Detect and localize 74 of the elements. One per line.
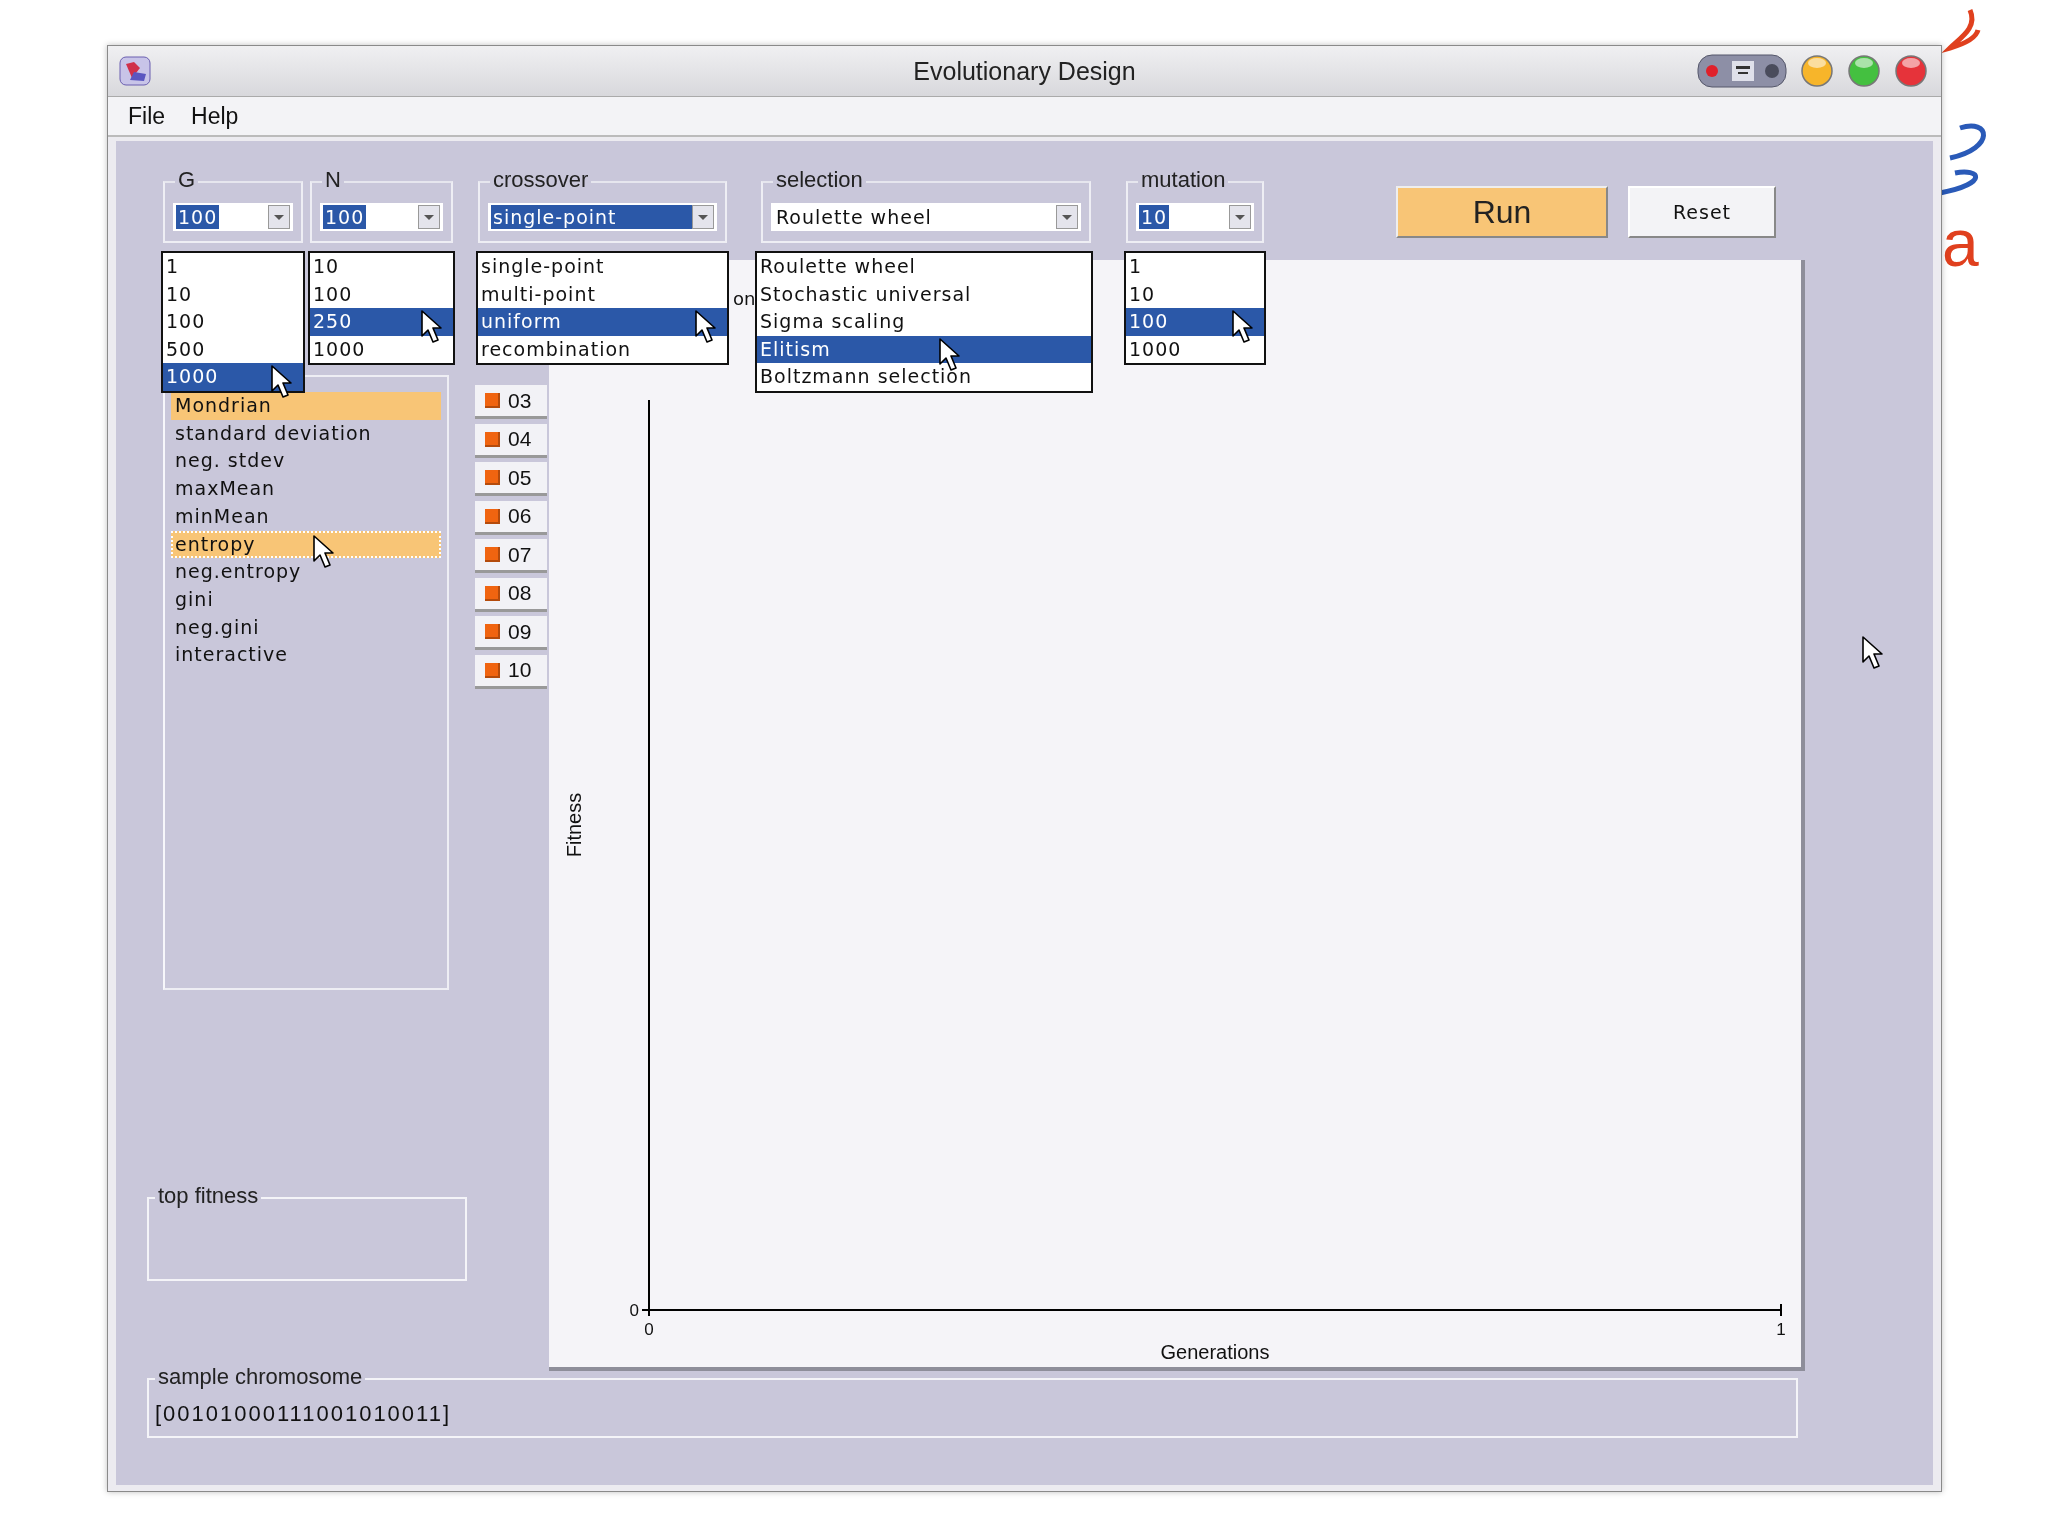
checkbox[interactable] [485,547,500,562]
checkbox[interactable] [485,431,500,447]
cursor-icon [421,310,443,344]
x-axis-label: Generations [1160,1341,1270,1363]
dropdown-option[interactable]: 1000 [310,335,453,363]
dropdown-option[interactable]: 100 [163,308,303,336]
cursor-icon [313,534,335,569]
zoom-button[interactable] [1846,53,1882,89]
dropdown-option[interactable]: Stochastic universal [757,280,1091,308]
cursor-icon [695,310,717,344]
checkbox[interactable] [485,624,500,639]
dropdown-option[interactable]: single-point [478,253,727,281]
tick-label: 0 [644,1320,654,1339]
series-toggle[interactable]: 08 [475,577,547,612]
series-toggle[interactable]: 06 [475,500,547,535]
close-button[interactable] [1893,53,1929,89]
dropdown-option[interactable]: 10 [163,280,303,308]
cursor-icon [1862,636,1884,670]
combo-value: 10 [1139,205,1170,229]
combo-value: 100 [176,205,220,229]
series-toggle[interactable]: 07 [475,539,547,573]
dropdown-option[interactable]: 10 [310,253,453,281]
dropdown-option[interactable]: Sigma scaling [757,308,1091,336]
window-title: Evolutionary Design [913,56,1136,86]
dropdown-option[interactable]: 100 [310,280,453,308]
series-toggle[interactable]: 04 [475,423,547,458]
list-item[interactable]: Mondrian [171,392,441,420]
combo-value: single-point [491,205,692,229]
combo-box[interactable]: single-point [488,203,717,231]
reset-button[interactable]: Reset [1628,186,1776,238]
cursor-icon [1232,310,1254,344]
checkbox[interactable] [485,585,500,601]
list-item[interactable]: neg. stdev [171,447,441,476]
chromosome-value: [00101000111001010011] [155,1401,452,1427]
dropdown-option[interactable]: 500 [163,335,303,363]
combo-value: 100 [323,205,367,229]
series-toggle[interactable]: 05 [475,462,547,496]
list-item[interactable]: neg.entropy [171,558,441,586]
combo-box[interactable]: Roulette wheel [771,203,1081,231]
logo-text: a [1942,208,1979,278]
dropdown-option[interactable]: multi-point [478,280,727,308]
tick-label: 0 [629,1301,639,1320]
dropdown-option[interactable]: 1 [163,253,303,281]
dropdown-option[interactable]: 1000 [1126,335,1264,363]
checkbox[interactable] [485,470,500,485]
list-item[interactable]: neg.gini [171,613,441,642]
minimize-button[interactable] [1799,53,1835,89]
checkbox[interactable] [485,508,500,524]
dropdown-option[interactable]: 10 [1126,280,1264,308]
combo-box[interactable]: 100 [173,203,293,231]
dropdown-option[interactable]: Boltzmann selection [757,363,1091,391]
combo-box[interactable]: 10 [1136,203,1254,231]
menu-item[interactable]: File [128,102,166,130]
tick-label: 1 [1776,1320,1786,1339]
dropdown-option[interactable]: 1 [1126,253,1264,281]
list-item[interactable]: maxMean [171,475,441,503]
menu-item[interactable]: Help [191,102,239,130]
legend-text: on [733,288,756,310]
series-toggle[interactable]: 10 [475,654,547,689]
run-button[interactable]: Run [1396,186,1608,238]
list-item[interactable]: standard deviation [171,419,441,448]
combo-value: Roulette wheel [775,205,933,229]
series-toggle[interactable]: 03 [475,385,547,419]
checkbox[interactable] [485,393,500,408]
y-axis-label: Fitness [563,792,585,858]
app-icon [118,54,152,88]
dropdown-option[interactable]: Roulette wheel [757,253,1091,281]
dropdown-option[interactable]: recombination [478,335,727,363]
list-item[interactable]: minMean [171,502,441,531]
series-toggle[interactable]: 09 [475,616,547,650]
combo-box[interactable]: 100 [320,203,443,231]
list-item[interactable]: interactive [171,641,441,670]
list-item[interactable]: gini [171,585,441,614]
checkbox[interactable] [485,662,500,678]
